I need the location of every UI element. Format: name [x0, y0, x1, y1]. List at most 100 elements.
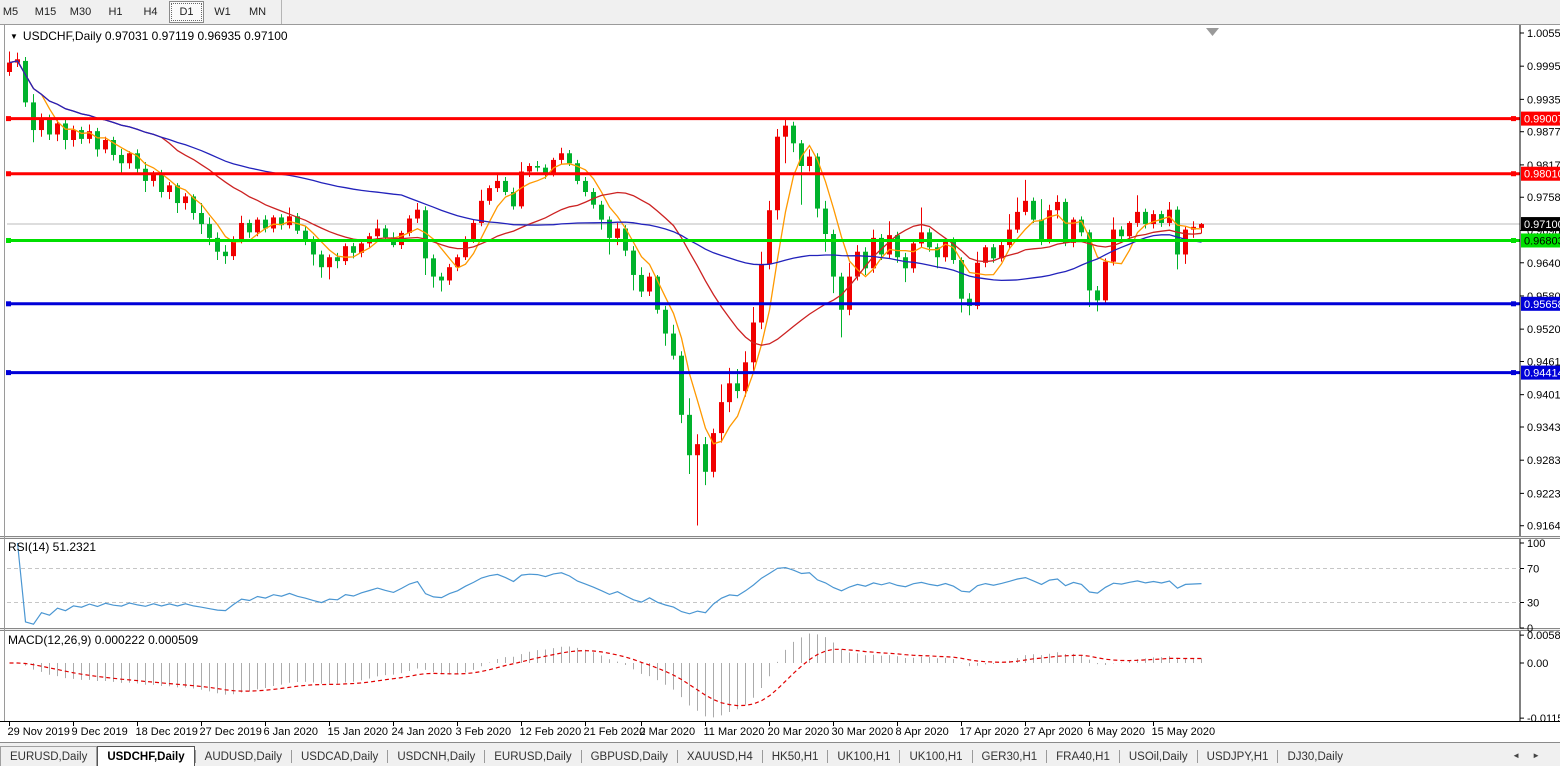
chart-title: ▼ USDCHF,Daily 0.97031 0.97119 0.96935 0.… [10, 29, 288, 43]
chart-background [0, 25, 1560, 741]
tab-scroll-right-icon[interactable]: ► [1526, 751, 1546, 760]
time-tick-label: 18 Dec 2019 [136, 726, 198, 738]
hline-handle[interactable] [1511, 116, 1516, 122]
candle-body [1015, 211, 1020, 230]
rsi-tick-label: 30 [1527, 598, 1539, 610]
chart-tab-usdcad-daily[interactable]: USDCAD,Daily [292, 747, 387, 766]
hline-handle[interactable] [6, 171, 11, 177]
timeframe-button-mn[interactable]: MN [241, 2, 274, 22]
price-tick-label: 0.99355 [1527, 94, 1560, 106]
price-tick-label: 1.00555 [1527, 28, 1560, 40]
timeframe-button-d1[interactable]: D1 [169, 1, 204, 23]
candle-body [695, 444, 700, 456]
candle-body [487, 188, 492, 201]
time-tick-label: 6 Jan 2020 [264, 726, 318, 738]
candle-body [207, 224, 212, 238]
hline-handle[interactable] [1511, 301, 1516, 307]
candle-body [871, 237, 876, 269]
candle-body [767, 210, 772, 264]
candle-body [383, 228, 388, 238]
chart-title-text: USDCHF,Daily 0.97031 0.97119 0.96935 0.9… [22, 29, 288, 43]
chart-tab-uk100-h1[interactable]: UK100,H1 [828, 747, 899, 766]
time-tick-label: 9 Dec 2019 [72, 726, 128, 738]
candle-body [479, 200, 484, 223]
chart-tab-gbpusd-daily[interactable]: GBPUSD,Daily [582, 747, 677, 766]
timeframe-button-m15[interactable]: M15 [29, 2, 62, 22]
hline-handle[interactable] [6, 116, 11, 122]
time-tick-label: 21 Feb 2020 [584, 726, 646, 738]
candle-body [719, 402, 724, 434]
candle-body [535, 165, 540, 168]
timeframe-button-m5[interactable]: M5 [0, 2, 27, 22]
candle-body [351, 246, 356, 253]
hline-handle[interactable] [1511, 171, 1516, 177]
chart-window[interactable]: 1.005550.999550.993550.987700.981700.975… [0, 25, 1560, 741]
candle-body [271, 217, 276, 229]
time-tick-label: 2 Mar 2020 [640, 726, 696, 738]
timeframe-button-h1[interactable]: H1 [99, 2, 132, 22]
candle-body [791, 125, 796, 144]
candle-body [567, 153, 572, 164]
chart-tab-fra40-h1[interactable]: FRA40,H1 [1047, 747, 1119, 766]
candle-body [375, 228, 380, 237]
chart-canvas[interactable]: 1.005550.999550.993550.987700.981700.975… [0, 25, 1560, 741]
candle-body [407, 218, 412, 233]
time-tick-label: 15 Jan 2020 [328, 726, 389, 738]
price-tick-label: 0.94015 [1527, 390, 1560, 402]
chart-tab-dj30-daily[interactable]: DJ30,Daily [1278, 747, 1352, 766]
chart-tab-hk50-h1[interactable]: HK50,H1 [763, 747, 828, 766]
hline-handle[interactable] [6, 370, 11, 376]
candle-body [743, 362, 748, 392]
chart-tab-eurusd-daily[interactable]: EURUSD,Daily [0, 746, 98, 766]
candle-body [31, 102, 36, 131]
candle-body [223, 251, 228, 257]
macd-tick-label: -0.01151 [1527, 713, 1560, 725]
candle-body [71, 130, 76, 141]
hline-handle[interactable] [6, 237, 11, 243]
hline-handle[interactable] [1511, 237, 1516, 243]
rsi-tick-label: 70 [1527, 564, 1539, 576]
price-tick-label: 0.92830 [1527, 455, 1560, 467]
time-tick-label: 29 Nov 2019 [8, 726, 70, 738]
candle-body [631, 250, 636, 275]
time-tick-label: 12 Feb 2020 [520, 726, 582, 738]
timeframe-button-h4[interactable]: H4 [134, 2, 167, 22]
chart-tab-uk100-h1[interactable]: UK100,H1 [900, 747, 971, 766]
time-tick-label: 24 Jan 2020 [392, 726, 453, 738]
candle-body [991, 247, 996, 259]
chart-tab-xauusd-h4[interactable]: XAUUSD,H4 [678, 747, 762, 766]
candle-body [1119, 229, 1124, 237]
candle-body [639, 274, 644, 292]
chart-tab-usdjpy-h1[interactable]: USDJPY,H1 [1198, 747, 1278, 766]
hline-price-label: 0.99007 [1524, 114, 1560, 126]
price-tick-label: 0.91645 [1527, 521, 1560, 533]
candle-body [255, 219, 260, 233]
mt4-window: M5M15M30H1H4D1W1MN 1.00555 0.99955 0.99355… [0, 0, 1560, 766]
candle-body [647, 276, 652, 292]
candle-body [711, 433, 716, 472]
time-tick-label: 27 Apr 2020 [1024, 726, 1083, 738]
candle-body [895, 235, 900, 258]
chart-tab-usoil-daily[interactable]: USOil,Daily [1120, 747, 1197, 766]
candle-body [823, 208, 828, 235]
candle-body [959, 260, 964, 299]
chart-tab-eurusd-daily[interactable]: EURUSD,Daily [485, 747, 580, 766]
timeframe-button-m30[interactable]: M30 [64, 2, 97, 22]
candle-body [127, 153, 132, 164]
current-price-label: 0.97100 [1524, 219, 1560, 231]
candle-body [527, 165, 532, 172]
hline-handle[interactable] [6, 301, 11, 307]
chart-tab-audusd-daily[interactable]: AUDUSD,Daily [196, 747, 291, 766]
chart-tab-usdchf-daily[interactable]: USDCHF,Daily [97, 746, 195, 766]
chart-tab-usdcnh-daily[interactable]: USDCNH,Daily [388, 747, 484, 766]
chart-tab-ger30-h1[interactable]: GER30,H1 [973, 747, 1047, 766]
hline-handle[interactable] [1511, 370, 1516, 376]
time-tick-label: 20 Mar 2020 [768, 726, 830, 738]
hline-price-label: 0.95658 [1524, 299, 1560, 311]
symbol-dropdown-icon[interactable]: ▼ [10, 32, 18, 41]
tab-scroll-left-icon[interactable]: ◄ [1506, 751, 1526, 760]
candle-body [807, 156, 812, 166]
candle-body [735, 383, 740, 392]
candle-body [239, 222, 244, 240]
timeframe-button-w1[interactable]: W1 [206, 2, 239, 22]
